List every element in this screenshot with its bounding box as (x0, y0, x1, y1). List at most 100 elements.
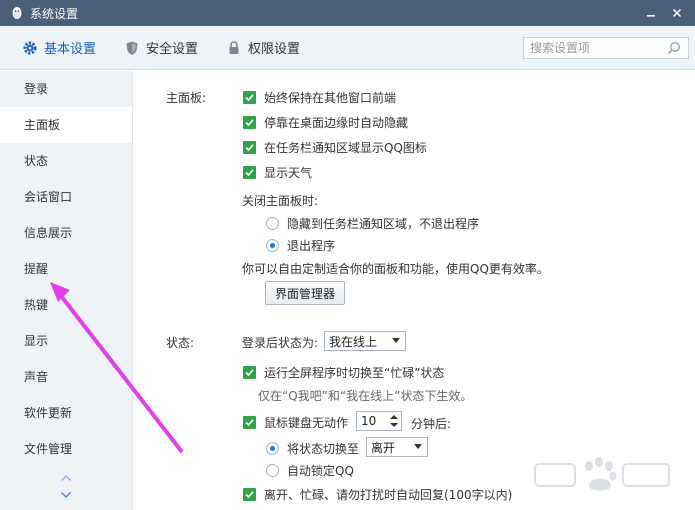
gear-icon (23, 41, 37, 54)
shield-icon (126, 41, 138, 55)
sidebar: 登录 主面板 状态 会话窗口 信息展示 提醒 热键 显示 声音 软件更新 文件管… (0, 71, 133, 510)
close-icon (672, 8, 682, 18)
sidebar-item-hotkeys[interactable]: 热键 (0, 287, 132, 323)
checkbox-checked[interactable] (243, 165, 256, 179)
stepper-down-icon[interactable] (390, 423, 398, 427)
search-icon[interactable] (666, 40, 682, 56)
qq-penguin-icon (12, 7, 22, 19)
sidebar-item-label: 文件管理 (24, 442, 73, 456)
checkmark-icon (245, 168, 254, 176)
sidebar-item-chat-window[interactable]: 会话窗口 (0, 179, 132, 215)
chevron-down-icon (60, 491, 72, 499)
sidebar-item-label: 信息展示 (24, 226, 73, 240)
checkmark-icon (245, 93, 254, 101)
sidebar-item-status[interactable]: 状态 (0, 143, 132, 179)
radio-button-selected[interactable] (266, 238, 279, 252)
sidebar-item-label: 显示 (24, 334, 49, 348)
search-input[interactable] (524, 38, 664, 58)
sidebar-scroll-down-button[interactable] (58, 489, 74, 501)
option-hide-to-tray[interactable]: 隐藏到任务栏通知区域，不退出程序 (266, 214, 479, 232)
settings-toolbar: 基本设置 安全设置 权限设置 (0, 26, 695, 70)
dropdown-arrow-icon (414, 444, 422, 449)
minimize-button[interactable] (641, 3, 661, 23)
sidebar-item-display[interactable]: 显示 (0, 323, 132, 359)
option-switch-status[interactable]: 将状态切换至 (266, 439, 359, 457)
close-button[interactable] (667, 3, 687, 23)
tab-label: 基本设置 (44, 42, 97, 57)
tab-security-settings[interactable]: 安全设置 (110, 26, 212, 70)
stepper-value: 10 (361, 414, 377, 428)
option-label: 显示天气 (264, 165, 313, 180)
radio-button[interactable] (266, 463, 279, 477)
checkbox-checked[interactable] (243, 415, 256, 429)
option-auto-lock[interactable]: 自动锁定QQ (266, 461, 354, 479)
dropdown-arrow-icon (392, 338, 400, 343)
switch-status-select[interactable]: 离开 (366, 437, 428, 457)
option-auto-hide-edge[interactable]: 停靠在桌面边缘时自动隐藏 (243, 113, 408, 131)
sidebar-item-label: 主面板 (24, 118, 61, 132)
option-always-on-top[interactable]: 始终保持在其他窗口前端 (243, 88, 396, 106)
customize-text: 你可以自由定制适合你的面板和功能，使用QQ更有效率。 (242, 262, 549, 276)
option-label: 始终保持在其他窗口前端 (264, 90, 397, 105)
sidebar-item-info-display[interactable]: 信息展示 (0, 215, 132, 251)
option-idle[interactable]: 鼠标键盘无动作 (243, 413, 348, 431)
tab-permission-settings[interactable]: 权限设置 (212, 26, 314, 70)
login-status-select[interactable]: 我在线上 (324, 331, 406, 351)
option-auto-reply[interactable]: 离开、忙碌、请勿打扰时自动回复(100字以内) (243, 485, 512, 503)
close-panel-label: 关闭主面板时: (242, 194, 319, 208)
sidebar-item-label: 软件更新 (24, 406, 73, 420)
checkmark-icon (245, 368, 254, 376)
sidebar-scroll-up-button[interactable] (58, 472, 74, 484)
chevron-up-icon (60, 474, 72, 482)
option-show-weather[interactable]: 显示天气 (243, 163, 312, 181)
option-fullscreen-busy[interactable]: 运行全屏程序时切换至“忙碌”状态 (243, 363, 444, 381)
sidebar-item-main-panel[interactable]: 主面板 (0, 107, 132, 143)
radio-button-selected[interactable] (266, 441, 279, 455)
select-value: 我在线上 (329, 334, 378, 349)
select-value: 离开 (371, 440, 396, 455)
checkbox-checked[interactable] (243, 140, 256, 154)
checkbox-checked[interactable] (243, 365, 256, 379)
window-title: 系统设置 (30, 6, 79, 21)
lock-icon (229, 40, 239, 54)
radio-button[interactable] (266, 216, 279, 230)
tab-label: 安全设置 (146, 42, 199, 57)
stepper-up-icon[interactable] (390, 415, 398, 419)
login-status-label: 登录后状态为: (242, 336, 319, 350)
main-panel-section-label: 主面板: (166, 91, 207, 105)
sidebar-item-label: 登录 (24, 82, 49, 96)
idle-minutes-stepper[interactable]: 10 (356, 411, 402, 431)
title-bar: 系统设置 (0, 0, 695, 26)
option-exit-program[interactable]: 退出程序 (266, 236, 335, 254)
button-label: 界面管理器 (274, 286, 335, 301)
idle-minutes-suffix: 分钟后: (411, 417, 452, 431)
option-tray-icon[interactable]: 在任务栏通知区域显示QQ图标 (243, 138, 427, 156)
sidebar-item-sound[interactable]: 声音 (0, 359, 132, 395)
option-label: 运行全屏程序时切换至“忙碌”状态 (264, 365, 445, 380)
minimize-icon (647, 15, 655, 17)
baidu-paw-watermark-icon (534, 457, 670, 491)
option-label: 离开、忙碌、请勿打扰时自动回复(100字以内) (264, 487, 513, 502)
checkbox-checked[interactable] (243, 115, 256, 129)
checkbox-checked[interactable] (243, 90, 256, 104)
checkmark-icon (245, 490, 254, 498)
checkmark-icon (245, 118, 254, 126)
sidebar-item-label: 状态 (24, 154, 49, 168)
option-label: 在任务栏通知区域显示QQ图标 (264, 140, 427, 155)
search-box (523, 37, 689, 59)
sidebar-item-label: 会话窗口 (24, 190, 73, 204)
sidebar-item-file-management[interactable]: 文件管理 (0, 431, 132, 467)
sidebar-item-software-update[interactable]: 软件更新 (0, 395, 132, 431)
checkmark-icon (245, 143, 254, 151)
option-label: 退出程序 (287, 238, 336, 253)
sidebar-item-login[interactable]: 登录 (0, 71, 132, 107)
checkbox-checked[interactable] (243, 487, 256, 501)
ui-manager-button[interactable]: 界面管理器 (265, 281, 345, 305)
tab-basic-settings[interactable]: 基本设置 (0, 26, 110, 70)
status-section-label: 状态: (166, 336, 195, 350)
settings-content: 主面板: 始终保持在其他窗口前端 停靠在桌面边缘时自动隐藏 在任务栏通知区域显示… (134, 71, 695, 510)
option-label: 将状态切换至 (287, 441, 360, 456)
tab-label: 权限设置 (248, 42, 301, 57)
option-label: 自动锁定QQ (287, 463, 354, 478)
sidebar-item-reminder[interactable]: 提醒 (0, 251, 132, 287)
